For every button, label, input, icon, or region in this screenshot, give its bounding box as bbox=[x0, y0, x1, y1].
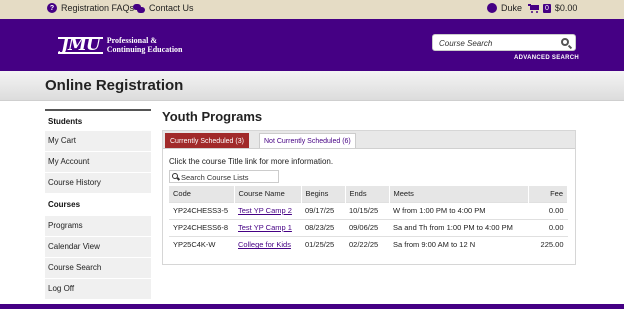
search-icon bbox=[172, 173, 178, 179]
column-header-meets[interactable]: Meets bbox=[389, 186, 529, 202]
cell-meets: Sa and Th from 1:00 PM to 4:00 PM bbox=[389, 218, 528, 236]
user-account-link[interactable]: Duke bbox=[487, 3, 522, 13]
column-header-ends[interactable]: Ends bbox=[345, 186, 390, 202]
tab-currently-scheduled[interactable]: Currently Scheduled (3) bbox=[165, 133, 249, 148]
cell-course-name: College for Kids bbox=[234, 235, 301, 253]
cell-begins: 09/17/25 bbox=[301, 201, 345, 219]
table-header-row: Code Course Name Begins Ends Meets Fee bbox=[169, 186, 568, 202]
course-search-input[interactable] bbox=[439, 37, 557, 49]
course-title-link[interactable]: Test YP Camp 2 bbox=[238, 206, 292, 215]
sidebar-item-course-search[interactable]: Course Search bbox=[45, 258, 151, 278]
search-icon[interactable] bbox=[561, 38, 569, 46]
column-header-fee[interactable]: Fee bbox=[528, 186, 568, 202]
cell-begins: 01/25/25 bbox=[301, 235, 345, 253]
logo-line-2: Continuing Education bbox=[106, 45, 183, 54]
footer-divider bbox=[0, 304, 624, 309]
registration-faqs-link[interactable]: ? Registration FAQs bbox=[47, 3, 134, 13]
site-header: JMU Professional & Continuing Education … bbox=[0, 19, 624, 71]
course-list-panel: Currently Scheduled (3) Not Currently Sc… bbox=[162, 130, 576, 265]
question-circle-icon: ? bbox=[47, 3, 57, 13]
cell-course-name: Test YP Camp 2 bbox=[234, 201, 301, 219]
table-row: YP24CHESS3-5 Test YP Camp 2 09/17/25 10/… bbox=[169, 201, 568, 219]
gear-icon bbox=[487, 3, 497, 13]
tab-not-currently-scheduled[interactable]: Not Currently Scheduled (6) bbox=[259, 133, 356, 148]
cart-icon bbox=[528, 3, 539, 13]
column-header-course-name[interactable]: Course Name bbox=[234, 186, 302, 202]
utility-bar: ? Registration FAQs Contact Us Duke 0 $0… bbox=[0, 0, 624, 19]
cell-meets: W from 1:00 PM to 4:00 PM bbox=[389, 201, 528, 219]
column-header-begins[interactable]: Begins bbox=[301, 186, 346, 202]
logo-line-1: Professional & bbox=[106, 36, 157, 45]
table-row: YP24CHESS6-8 Test YP Camp 1 08/23/25 09/… bbox=[169, 218, 568, 236]
cell-fee: 225.00 bbox=[528, 235, 568, 253]
user-name: Duke bbox=[501, 3, 523, 13]
tab-bar: Currently Scheduled (3) Not Currently Sc… bbox=[163, 131, 575, 149]
sidebar-item-log-off[interactable]: Log Off bbox=[45, 279, 151, 299]
cell-code: YP24CHESS3-5 bbox=[169, 201, 234, 219]
sidebar-item-programs[interactable]: Programs bbox=[45, 216, 151, 236]
cell-begins: 08/23/25 bbox=[301, 218, 345, 236]
cell-meets: Sa from 9:00 AM to 12 N bbox=[389, 235, 528, 253]
sidebar-heading-students: Students bbox=[45, 109, 151, 131]
course-list-filter bbox=[169, 170, 279, 183]
sidebar-item-calendar-view[interactable]: Calendar View bbox=[45, 237, 151, 257]
cell-code: YP24CHESS6-8 bbox=[169, 218, 234, 236]
cart-count-badge: 0 bbox=[543, 3, 551, 13]
sidebar-item-my-cart[interactable]: My Cart bbox=[45, 131, 151, 151]
course-table: Code Course Name Begins Ends Meets Fee Y… bbox=[169, 186, 568, 253]
cell-fee: 0.00 bbox=[528, 201, 568, 219]
cell-ends: 02/22/25 bbox=[345, 235, 389, 253]
sidebar-heading-courses: Courses bbox=[48, 200, 81, 209]
jmu-logo[interactable]: JMU Professional & Continuing Education bbox=[58, 36, 183, 54]
registration-faqs-label: Registration FAQs bbox=[61, 3, 135, 13]
course-title-link[interactable]: Test YP Camp 1 bbox=[238, 223, 292, 232]
contact-us-label: Contact Us bbox=[149, 3, 194, 13]
column-header-code[interactable]: Code bbox=[169, 186, 235, 202]
cart-total: $0.00 bbox=[554, 3, 578, 13]
advanced-search-link[interactable]: ADVANCED SEARCH bbox=[514, 55, 579, 61]
chat-bubbles-icon bbox=[133, 3, 145, 13]
table-row: YP25C4K-W College for Kids 01/25/25 02/2… bbox=[169, 235, 568, 253]
section-heading: Youth Programs bbox=[162, 109, 263, 124]
course-title-link[interactable]: College for Kids bbox=[238, 240, 291, 249]
course-list-search-input[interactable] bbox=[181, 172, 277, 182]
main-content: Youth Programs Currently Scheduled (3) N… bbox=[162, 109, 576, 265]
sidebar: Students My Cart My Account Course Histo… bbox=[45, 109, 151, 300]
contact-us-link[interactable]: Contact Us bbox=[133, 3, 194, 13]
jmu-logo-mark: JMU bbox=[58, 36, 103, 54]
sidebar-item-my-account[interactable]: My Account bbox=[45, 152, 151, 172]
cell-ends: 10/15/25 bbox=[345, 201, 389, 219]
instruction-text: Click the course Title link for more inf… bbox=[169, 157, 334, 166]
page-title-band: Online Registration bbox=[0, 71, 624, 101]
logo-text: Professional & Continuing Education bbox=[107, 36, 183, 54]
cart-link[interactable]: 0 $0.00 bbox=[528, 3, 577, 13]
sidebar-item-course-history[interactable]: Course History bbox=[45, 173, 151, 193]
page-title: Online Registration bbox=[45, 77, 184, 94]
cell-fee: 0.00 bbox=[528, 218, 568, 236]
cell-code: YP25C4K-W bbox=[169, 235, 234, 253]
cell-course-name: Test YP Camp 1 bbox=[234, 218, 301, 236]
cell-ends: 09/06/25 bbox=[345, 218, 389, 236]
course-search-box bbox=[432, 34, 576, 51]
